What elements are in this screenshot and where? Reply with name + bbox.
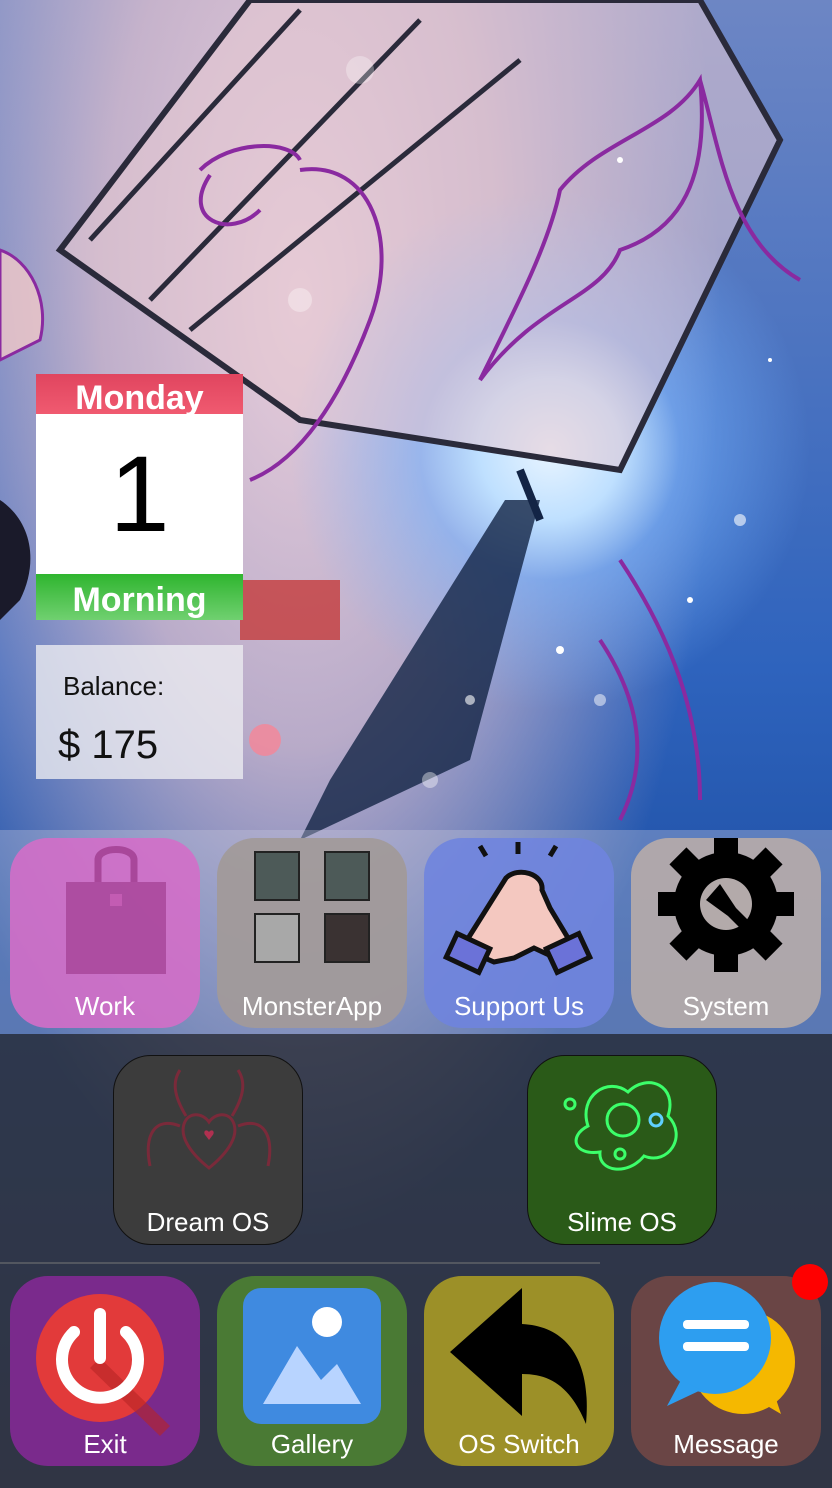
app-system[interactable]: System [631, 838, 821, 1028]
app-dream-os-label: Dream OS [146, 1207, 270, 1237]
app-support-us[interactable]: Support Us [424, 838, 614, 1028]
app-work[interactable]: Work [10, 838, 200, 1028]
app-dream-os[interactable]: Dream OS [113, 1055, 303, 1245]
app-exit[interactable]: Exit [10, 1276, 200, 1466]
balance-value: $ 175 [58, 723, 159, 767]
app-os-switch[interactable]: OS Switch [424, 1276, 614, 1466]
app-gallery-label: Gallery [270, 1429, 354, 1459]
app-exit-label: Exit [83, 1429, 127, 1459]
calendar-period: Morning [36, 574, 243, 620]
app-gallery[interactable]: Gallery [217, 1276, 407, 1466]
calendar-widget: Monday 1 Morning [36, 374, 243, 620]
notification-badge [792, 1264, 828, 1300]
app-slime-os[interactable]: Slime OS [527, 1055, 717, 1245]
app-message-label: Message [673, 1429, 779, 1459]
app-os-switch-label: OS Switch [458, 1429, 580, 1459]
dock-divider [0, 1262, 600, 1264]
balance-widget: Balance: $ 175 [36, 645, 243, 779]
app-system-label: System [682, 991, 770, 1021]
calendar-day: 1 [109, 433, 170, 554]
app-work-label: Work [74, 991, 136, 1021]
app-slime-os-label: Slime OS [567, 1207, 677, 1237]
app-monsterapp[interactable]: MonsterApp [217, 838, 407, 1028]
app-monsterapp-label: MonsterApp [241, 991, 383, 1021]
balance-label: Balance: [63, 671, 165, 701]
app-message[interactable]: Message [631, 1276, 821, 1466]
app-support-us-label: Support Us [453, 991, 585, 1021]
calendar-weekday: Monday [36, 374, 243, 414]
